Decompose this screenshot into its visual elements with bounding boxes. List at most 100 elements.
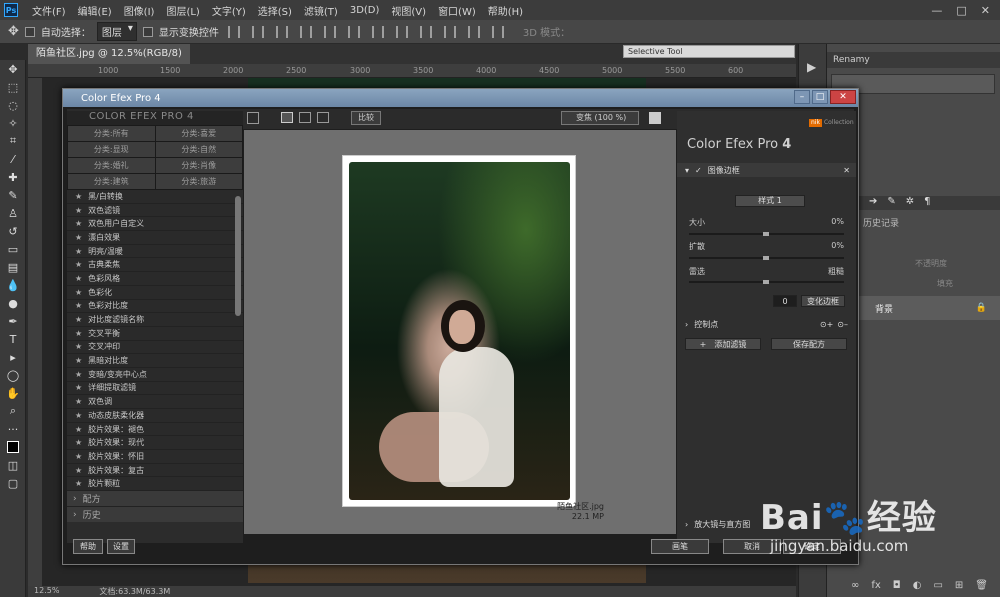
close-button[interactable]: ✕ xyxy=(981,4,990,17)
category-button[interactable]: 分类:自然 xyxy=(155,142,242,157)
folder-icon[interactable]: ▭ xyxy=(933,580,942,591)
filter-item[interactable]: ★ 色彩对比度 xyxy=(67,300,243,314)
menu-help[interactable]: 帮助(H) xyxy=(482,3,529,18)
filter-item[interactable]: ★ 胶片效果：怀旧 xyxy=(67,450,243,464)
filter-item[interactable]: ★ 胶片效果：现代 xyxy=(67,436,243,451)
move-tool-icon[interactable]: ✥ xyxy=(8,24,19,39)
dialog-maximize-button[interactable]: □ xyxy=(812,90,828,104)
eraser-tool-icon[interactable]: ▭ xyxy=(0,240,26,258)
quick-mask-icon[interactable]: ◫ xyxy=(0,456,26,474)
star-icon[interactable]: ★ xyxy=(75,425,82,434)
category-button[interactable]: 分类:旅游 xyxy=(155,174,242,189)
star-icon[interactable]: ★ xyxy=(75,315,82,324)
menu-view[interactable]: 视图(V) xyxy=(385,3,432,18)
pen-tool-icon[interactable]: ✒ xyxy=(0,312,26,330)
new-layer-icon[interactable]: ⊞ xyxy=(955,580,963,591)
filter-item[interactable]: ★ 黑暗对比度 xyxy=(67,354,243,368)
filter-item[interactable]: ★ 明亮/温暖 xyxy=(67,245,243,259)
background-toggle-icon[interactable] xyxy=(649,112,661,124)
presets-section[interactable]: › 配方 xyxy=(67,490,243,506)
filter-item[interactable]: ★ 双色调 xyxy=(67,395,243,409)
star-icon[interactable]: ★ xyxy=(75,260,82,269)
menu-file[interactable]: 文件(F) xyxy=(26,3,72,18)
star-icon[interactable]: ★ xyxy=(75,301,82,310)
compare-button[interactable]: 比较 xyxy=(351,111,381,125)
type-tool-icon[interactable]: T xyxy=(0,330,26,348)
blur-tool-icon[interactable]: 💧 xyxy=(0,276,26,294)
filter-item[interactable]: ★ 双色滤镜 xyxy=(67,204,243,218)
filter-item[interactable]: ★ 胶片颗粒 xyxy=(67,477,243,490)
distribute-right-icon[interactable] xyxy=(491,25,504,38)
vary-border-button[interactable]: 变化边框 xyxy=(801,295,845,307)
add-control-point-icon[interactable]: ⊙+ xyxy=(820,320,833,329)
menu-filter[interactable]: 滤镜(T) xyxy=(298,3,344,18)
filter-item[interactable]: ★ 交叉平衡 xyxy=(67,327,243,341)
star-icon[interactable]: ★ xyxy=(75,438,82,447)
minimize-button[interactable]: — xyxy=(931,4,942,17)
trash-icon[interactable]: 🗑 xyxy=(975,580,988,591)
enable-checkbox[interactable]: ✓ xyxy=(695,166,702,175)
filter-item[interactable]: ★ 黑/白转换 xyxy=(67,190,243,204)
mask-icon[interactable]: ◘ xyxy=(893,580,901,591)
star-icon[interactable]: ★ xyxy=(75,274,82,283)
filter-item[interactable]: ★ 对比度滤镜名称 xyxy=(67,313,243,327)
brush-tool-icon[interactable]: ✎ xyxy=(0,186,26,204)
filter-item[interactable]: ★ 变暗/变亮中心点 xyxy=(67,368,243,382)
border-type-dropdown[interactable]: 样式 1 xyxy=(735,195,805,207)
distribute-top-icon[interactable] xyxy=(371,25,384,38)
show-transform-checkbox[interactable] xyxy=(142,26,153,37)
star-icon[interactable]: ★ xyxy=(75,192,82,201)
category-button[interactable]: 分类:婚礼 xyxy=(68,158,155,173)
renamy-tab[interactable]: Renamy xyxy=(827,52,1000,68)
star-icon[interactable]: ★ xyxy=(75,247,82,256)
history-tab[interactable]: 历史记录 xyxy=(863,216,899,229)
image-borders-section[interactable]: ▾ ✓ 图像边框 ✕ xyxy=(677,163,856,177)
filter-item[interactable]: ★ 动态皮肤柔化器 xyxy=(67,409,243,423)
dodge-tool-icon[interactable]: ● xyxy=(0,294,26,312)
size-slider[interactable] xyxy=(689,232,844,236)
vary-border-input[interactable]: 0 xyxy=(773,295,797,307)
slider-knob[interactable] xyxy=(763,232,769,236)
star-icon[interactable]: ★ xyxy=(75,370,82,379)
section-close-icon[interactable]: ✕ xyxy=(843,166,850,175)
stamp-tool-icon[interactable]: ♙ xyxy=(0,204,26,222)
single-view-icon[interactable] xyxy=(281,112,293,123)
star-icon[interactable]: ★ xyxy=(75,288,82,297)
eyedropper-icon[interactable]: ⁄ xyxy=(0,150,26,168)
align-bottom-icon[interactable] xyxy=(275,25,288,38)
filter-item[interactable]: ★ 古典柔焦 xyxy=(67,258,243,273)
maximize-button[interactable]: □ xyxy=(956,4,966,17)
side-by-side-icon[interactable] xyxy=(317,112,329,123)
remove-control-point-icon[interactable]: ⊙– xyxy=(837,320,848,329)
menu-edit[interactable]: 编辑(E) xyxy=(72,3,118,18)
star-icon[interactable]: ★ xyxy=(75,411,82,420)
distribute-left-icon[interactable] xyxy=(443,25,456,38)
star-icon[interactable]: ★ xyxy=(75,233,82,242)
spread-slider[interactable] xyxy=(689,256,844,260)
filter-item[interactable]: ★ 色彩化 xyxy=(67,286,243,300)
category-button[interactable]: 分类:显现 xyxy=(68,142,155,157)
filter-item[interactable]: ★ 漂白效果 xyxy=(67,231,243,245)
brush-button[interactable]: 画笔 xyxy=(651,539,709,554)
auto-select-checkbox[interactable] xyxy=(24,26,35,37)
fx-icon[interactable]: fx xyxy=(871,580,880,591)
selective-tool-panel[interactable]: Selective Tool xyxy=(623,45,795,58)
distribute-middle-icon[interactable] xyxy=(395,25,408,38)
distribute-center-icon[interactable] xyxy=(467,25,480,38)
zoom-tool-icon[interactable]: ⌕ xyxy=(0,402,26,420)
clarity-slider[interactable] xyxy=(689,280,844,284)
dialog-close-button[interactable]: ✕ xyxy=(830,90,856,104)
more-tools-icon[interactable]: ··· xyxy=(0,420,26,438)
dialog-titlebar[interactable]: Color Efex Pro 4 – □ ✕ xyxy=(63,89,858,107)
category-button[interactable]: 分类:所有 xyxy=(68,126,155,141)
crop-tool-icon[interactable]: ⌗ xyxy=(0,132,26,150)
history-section[interactable]: › 历史 xyxy=(67,506,243,522)
shape-tool-icon[interactable]: ◯ xyxy=(0,366,26,384)
category-button[interactable]: 分类:肖像 xyxy=(155,158,242,173)
document-tab[interactable]: 陌鱼社区.jpg @ 12.5%(RGB/8) xyxy=(28,44,190,64)
gradient-tool-icon[interactable]: ▤ xyxy=(0,258,26,276)
menu-type[interactable]: 文字(Y) xyxy=(206,3,252,18)
filter-item[interactable]: ★ 色彩风格 xyxy=(67,272,243,286)
distribute-bottom-icon[interactable] xyxy=(419,25,432,38)
filter-item[interactable]: ★ 详细提取滤镜 xyxy=(67,382,243,396)
